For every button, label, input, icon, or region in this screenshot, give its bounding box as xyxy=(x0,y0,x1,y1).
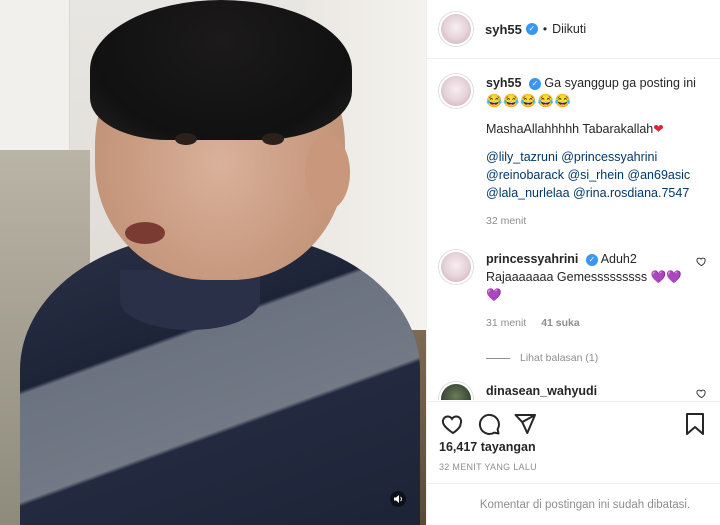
avatar[interactable] xyxy=(439,382,473,400)
comment-icon[interactable] xyxy=(475,410,503,438)
caption-username[interactable]: syh55 xyxy=(486,76,521,90)
comment-line1-text: Aduh2 xyxy=(600,252,637,266)
bookmark-icon[interactable] xyxy=(681,410,709,438)
mentions-line-2[interactable]: @reinobarack @si_rhein @an69asic xyxy=(486,166,701,184)
post-header: syh55 ✓ • Diikuti xyxy=(427,0,720,59)
comment-meta: 31 menit 41 suka xyxy=(486,314,701,332)
caption-mentions: @lily_tazruni @princessyahrini @reinobar… xyxy=(486,148,701,202)
video-child-hair xyxy=(90,0,352,140)
video-wall-left xyxy=(0,0,70,175)
comment-line-2: Rajaaaaaaa Gemesssssssss 💜💜 xyxy=(486,268,701,286)
purple-heart-icon: 💜💜 xyxy=(650,270,682,284)
caption-line-1: syh55 ✓ Ga syanggup ga posting ini xyxy=(486,74,701,92)
caption-time[interactable]: 32 menit xyxy=(486,215,526,227)
video-child-eye-left xyxy=(175,133,197,145)
comment-username[interactable]: princessyahrini xyxy=(486,252,578,266)
avatar[interactable] xyxy=(439,250,473,284)
comment-line2-text: Rajaaaaaaa Gemesssssssss xyxy=(486,270,648,284)
small-heart-icon[interactable] xyxy=(696,256,707,270)
small-heart-icon[interactable] xyxy=(696,388,707,400)
comments-list[interactable]: syh55 ✓ Ga syanggup ga posting ini 😂😂😂😂😂… xyxy=(427,60,720,400)
speaker-icon[interactable] xyxy=(389,491,407,509)
verified-badge-icon: ✓ xyxy=(525,23,538,35)
avatar[interactable] xyxy=(439,12,473,46)
heart-icon[interactable] xyxy=(439,410,467,438)
header-separator: • xyxy=(542,22,548,36)
verified-badge-icon: ✓ xyxy=(585,253,598,266)
comment-item: dinasean_wahyudi xyxy=(439,382,709,400)
comment-time[interactable]: 31 menit xyxy=(486,317,526,329)
video-child-mouth xyxy=(125,222,165,244)
replies-divider xyxy=(486,357,510,359)
view-replies-label: Lihat balasan (1) xyxy=(520,352,599,364)
mentions-line-1[interactable]: @lily_tazruni @princessyahrini xyxy=(486,148,701,166)
follow-status-button[interactable]: Diikuti xyxy=(552,22,586,36)
avatar[interactable] xyxy=(439,74,473,108)
comment-username[interactable]: dinasean_wahyudi xyxy=(486,384,597,398)
comments-disabled-notice: Komentar di postingan ini sudah dibatasi… xyxy=(427,483,720,525)
post-video[interactable] xyxy=(0,0,426,525)
comment-item: princessyahrini ✓ Aduh2 Rajaaaaaaa Gemes… xyxy=(439,250,709,332)
view-replies-button[interactable]: Lihat balasan (1) xyxy=(486,352,709,364)
caption-line-2: MashaAllahhhhh Tabarakallah❤ xyxy=(486,120,701,138)
caption-line2-text: MashaAllahhhhh Tabarakallah xyxy=(486,122,654,136)
purple-heart-icon: 💜 xyxy=(486,288,502,302)
red-heart-icon: ❤ xyxy=(653,122,664,136)
video-child-ear xyxy=(305,135,350,210)
share-icon[interactable] xyxy=(511,410,539,438)
caption-meta: 32 menit xyxy=(486,212,701,230)
action-bar xyxy=(427,401,720,445)
verified-badge-icon: ✓ xyxy=(528,77,541,90)
comment-likes[interactable]: 41 suka xyxy=(541,317,580,329)
caption-line1-text: Ga syanggup ga posting ini xyxy=(544,76,696,90)
caption: syh55 ✓ Ga syanggup ga posting ini 😂😂😂😂😂… xyxy=(439,60,709,230)
comment-text: dinasean_wahyudi xyxy=(486,382,701,400)
caption-text: syh55 ✓ Ga syanggup ga posting ini 😂😂😂😂😂… xyxy=(486,74,701,230)
mentions-line-3[interactable]: @lala_nurlelaa @rina.rosdiana.7547 xyxy=(486,184,701,202)
video-child-eye-right xyxy=(262,133,284,145)
post-side-panel: syh55 ✓ • Diikuti syh55 ✓ Ga syanggup ga… xyxy=(426,0,720,525)
header-username[interactable]: syh55 xyxy=(485,22,522,37)
post-time[interactable]: 32 MENIT YANG LALU xyxy=(439,462,537,472)
view-count[interactable]: 16,417 tayangan xyxy=(439,440,536,454)
comment-text: princessyahrini ✓ Aduh2 Rajaaaaaaa Gemes… xyxy=(486,250,701,332)
comment-line-1: princessyahrini ✓ Aduh2 xyxy=(486,250,701,268)
caption-emojis: 😂😂😂😂😂 xyxy=(486,93,572,108)
